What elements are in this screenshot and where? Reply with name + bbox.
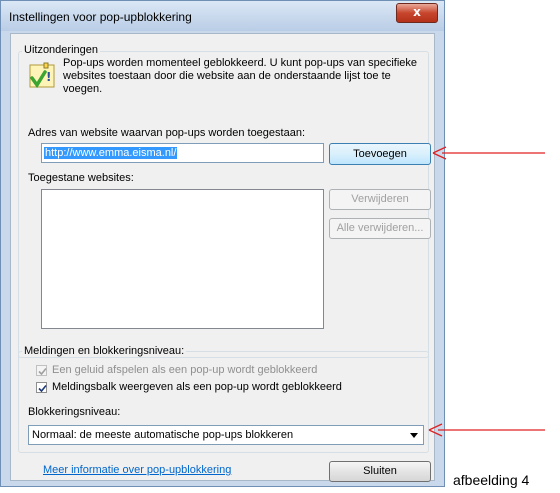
blocking-level-select[interactable]: Normaal: de meeste automatische pop-ups …: [28, 425, 424, 445]
exceptions-group-label: Uitzonderingen: [22, 44, 100, 56]
info-text-line-2: websites toestaan door die website aan d…: [63, 70, 391, 82]
checkmark-icon: [38, 367, 47, 376]
checkmark-icon: [38, 384, 47, 393]
blocking-level-label: Blokkeringsniveau:: [28, 406, 121, 418]
allowed-websites-list[interactable]: [41, 189, 324, 329]
infobar-option-label: Meldingsbalk weergeven als een pop-up wo…: [52, 381, 342, 393]
figure-caption: afbeelding 4: [453, 472, 530, 488]
title-bar[interactable]: Instellingen voor pop-upblokkering x: [1, 1, 444, 31]
sound-checkbox[interactable]: [36, 365, 47, 376]
notifications-group-label: Meldingen en blokkeringsniveau:: [22, 345, 187, 357]
close-window-button[interactable]: x: [396, 3, 438, 23]
more-info-link[interactable]: Meer informatie over pop-upblokkering: [43, 464, 231, 476]
infobar-checkbox[interactable]: [36, 382, 47, 393]
chevron-down-icon: [410, 433, 418, 438]
sound-option-label: Een geluid afspelen als een pop-up wordt…: [52, 364, 318, 376]
info-text-line-1: Pop-ups worden momenteel geblokkeerd. U …: [63, 57, 418, 69]
allowed-websites-label: Toegestane websites:: [28, 172, 134, 184]
close-button[interactable]: Sluiten: [329, 461, 431, 482]
website-address-input[interactable]: http://www.emma.eisma.nl/: [41, 143, 324, 163]
annotation-arrow-add: [432, 146, 545, 160]
address-label: Adres van website waarvan pop-ups worden…: [28, 127, 306, 139]
info-checkmark-icon: !: [29, 62, 55, 89]
annotation-arrow-level: [428, 423, 545, 437]
website-address-value: http://www.emma.eisma.nl/: [44, 147, 178, 159]
popup-blocker-settings-dialog: Instellingen voor pop-upblokkering x Uit…: [0, 0, 445, 487]
dialog-client-area: Uitzonderingen ! Pop-ups worden momentee…: [10, 33, 435, 482]
svg-text:!: !: [46, 70, 51, 84]
window-title: Instellingen voor pop-upblokkering: [9, 10, 192, 24]
remove-all-button[interactable]: Alle verwijderen...: [329, 218, 431, 239]
remove-button[interactable]: Verwijderen: [329, 189, 431, 210]
info-text-line-3: voegen.: [63, 83, 103, 95]
add-button[interactable]: Toevoegen: [329, 143, 431, 165]
blocking-level-value: Normaal: de meeste automatische pop-ups …: [32, 429, 294, 441]
